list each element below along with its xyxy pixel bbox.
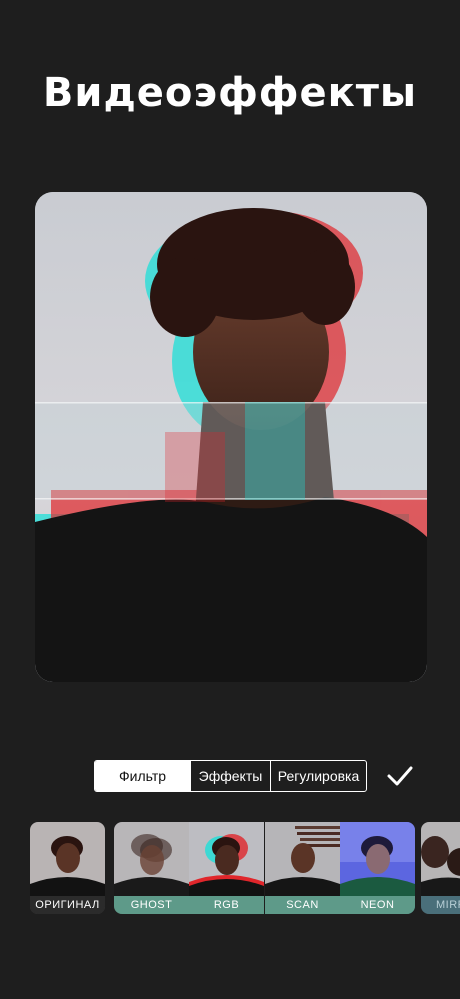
tab-filter[interactable]: Фильтр [95, 761, 190, 791]
filter-rgb[interactable]: RGB [189, 822, 264, 914]
checkmark-icon [387, 766, 413, 786]
filter-label: NEON [340, 896, 415, 914]
confirm-button[interactable] [386, 764, 414, 788]
filter-neon[interactable]: NEON [340, 822, 415, 914]
filter-label: MIRR [421, 896, 460, 914]
tab-effects[interactable]: Эффекты [190, 761, 270, 791]
filter-label: ОРИГИНАЛ [30, 896, 105, 914]
glitch-portrait-image [35, 192, 427, 682]
tab-adjust[interactable]: Регулировка [270, 761, 366, 791]
video-preview[interactable] [35, 192, 427, 682]
filter-label: GHOST [114, 896, 189, 914]
filter-mirror[interactable]: MIRR [421, 822, 460, 914]
edit-mode-tabs: Фильтр Эффекты Регулировка [94, 760, 367, 792]
page-title: Видеоэффекты [42, 70, 418, 116]
filter-original[interactable]: ОРИГИНАЛ [30, 822, 105, 914]
filter-label: RGB [189, 896, 264, 914]
filter-scan[interactable]: SCAN [265, 822, 340, 914]
filter-label: SCAN [265, 896, 340, 914]
filter-ghost[interactable]: GHOST [114, 822, 189, 914]
